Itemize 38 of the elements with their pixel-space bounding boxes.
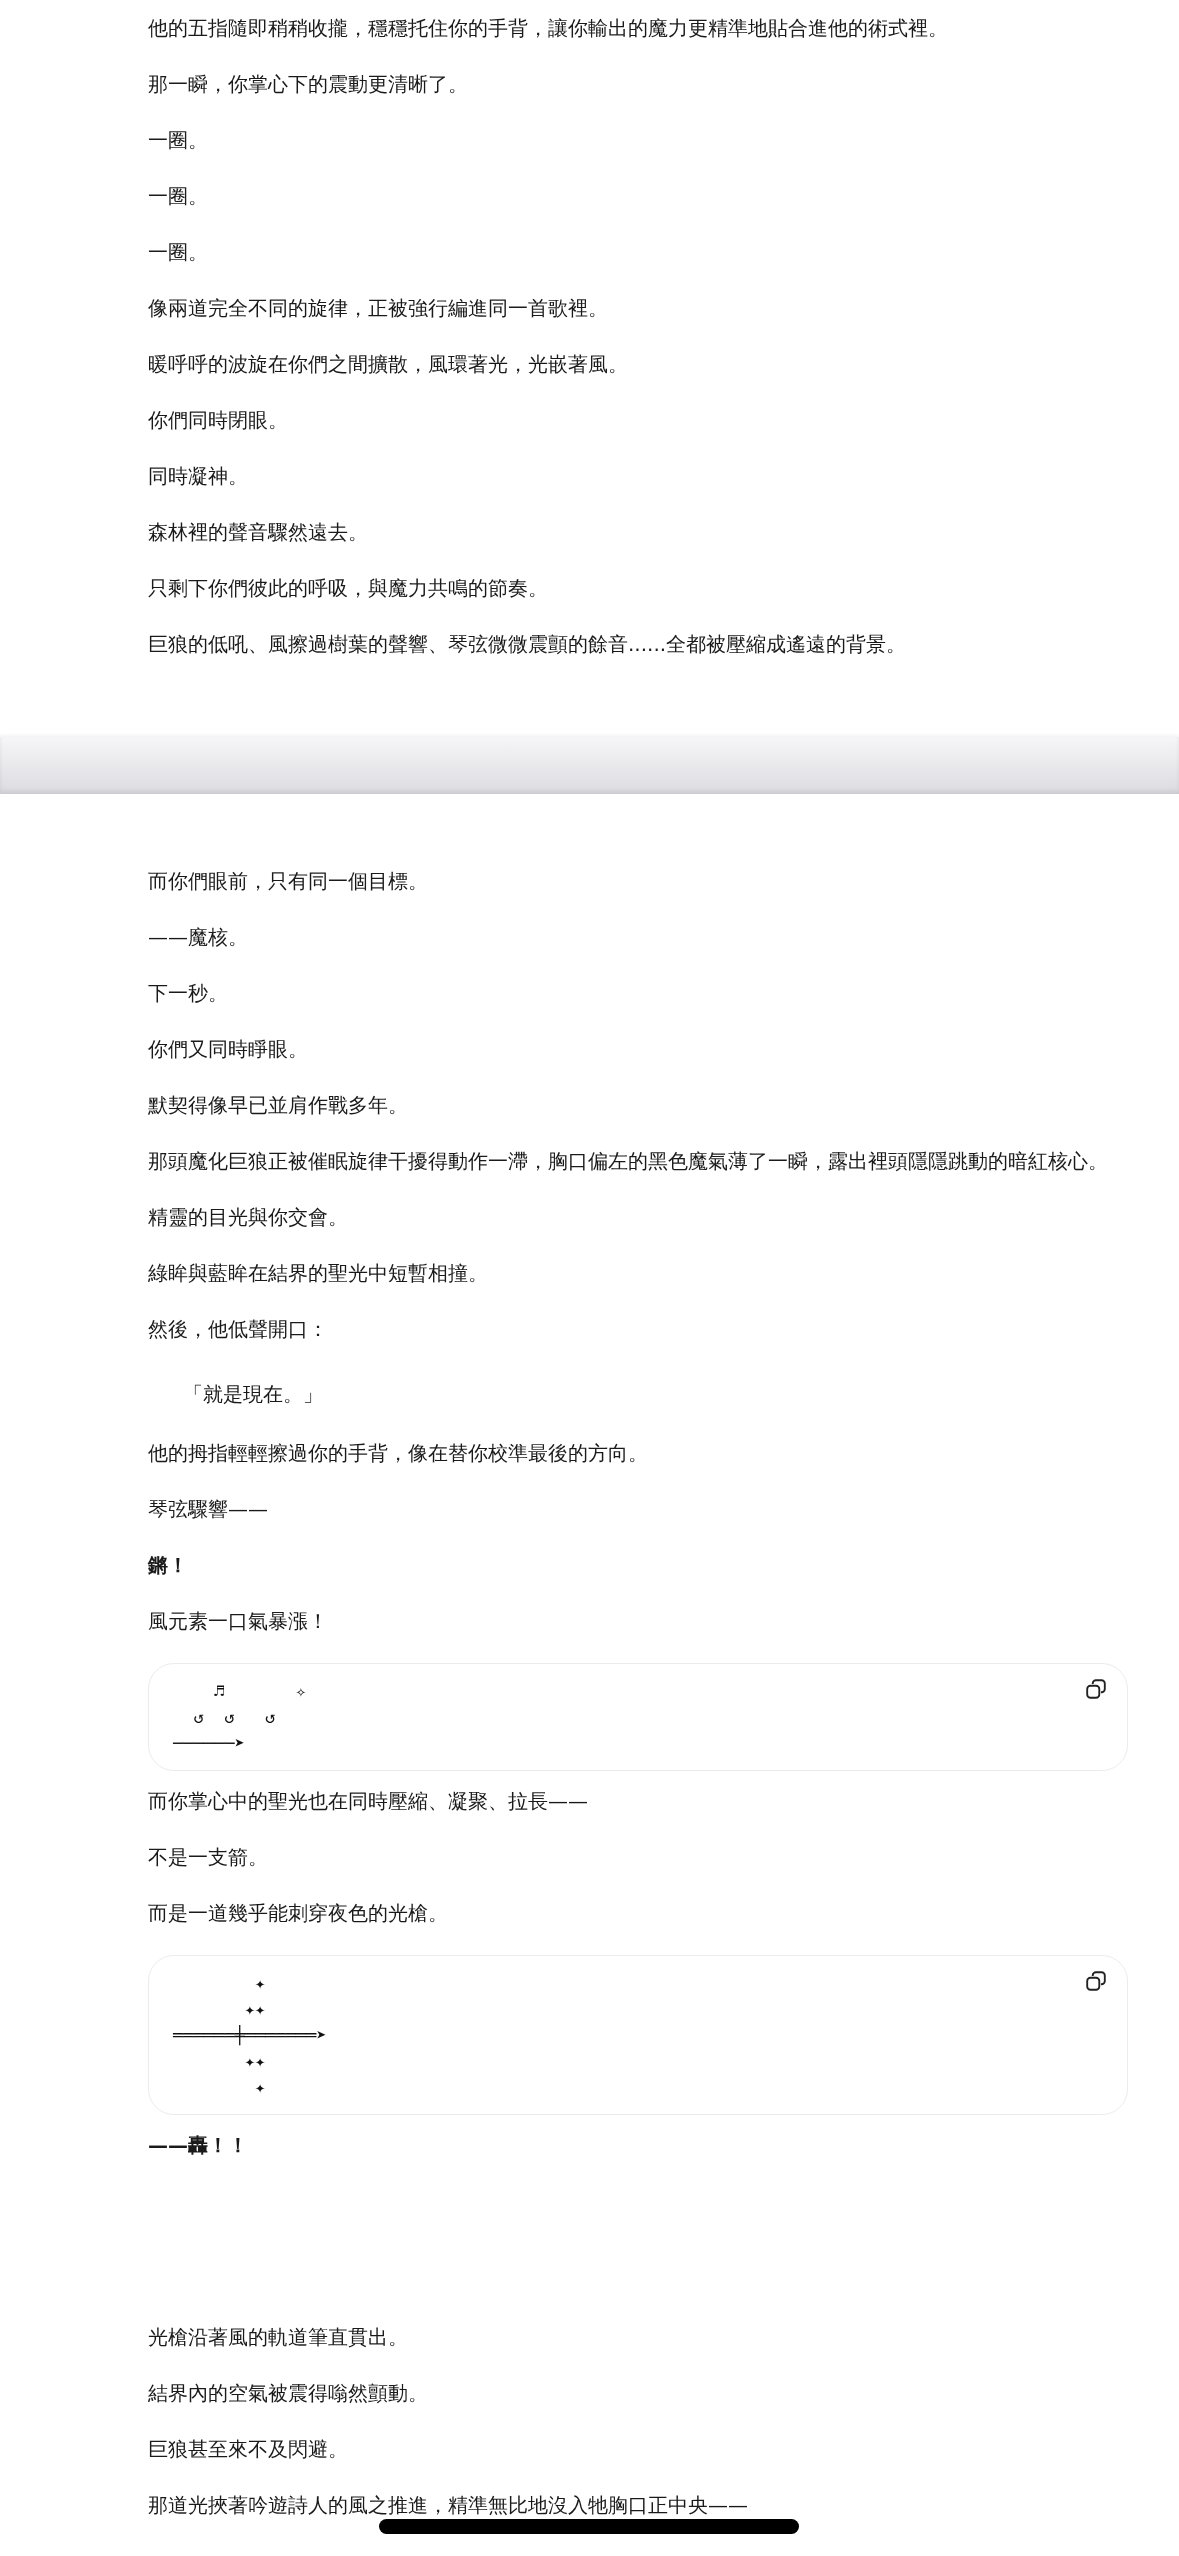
paragraph: 然後，他低聲開口： — [148, 1316, 329, 1343]
paragraph: 而你掌心中的聖光也在同時壓縮、凝聚、拉長—— — [148, 1788, 589, 1815]
paragraph: 那一瞬，你掌心下的震動更清晰了。 — [148, 71, 469, 98]
paragraph: 森林裡的聲音驟然遠去。 — [148, 519, 369, 546]
paragraph: 而你們眼前，只有同一個目標。 — [148, 868, 429, 895]
quote: 「就是現在。」 — [183, 1381, 324, 1408]
paragraph: 你們同時閉眼。 — [148, 407, 289, 434]
paragraph: 一圈。 — [148, 239, 209, 266]
paragraph: 下一秒。 — [148, 980, 229, 1007]
paragraph: 一圈。 — [148, 127, 209, 154]
paragraph: 光槍沿著風的軌道筆直貫出。 — [148, 2324, 409, 2351]
paragraph: 而是一道幾乎能刺穿夜色的光槍。 — [148, 1900, 449, 1927]
paragraph: ——轟！！ — [148, 2132, 249, 2159]
paragraph: 綠眸與藍眸在結界的聖光中短暫相撞。 — [148, 1260, 489, 1287]
paragraph: 暖呼呼的波旋在你們之間擴散，風環著光，光嵌著風。 — [148, 351, 629, 378]
copy-icon[interactable] — [1085, 1970, 1107, 1992]
paragraph: 琴弦驟響—— — [148, 1496, 269, 1523]
paragraph: 鏘！ — [148, 1552, 189, 1579]
paragraph: 巨狼的低吼、風擦過樹葉的聲響、琴弦微微震顫的餘音......全都被壓縮成遙遠的背景。 — [148, 631, 908, 658]
paragraph: 一圈。 — [148, 183, 209, 210]
paragraph: 那頭魔化巨狼正被催眠旋律干擾得動作一滯，胸口偏左的黑色魔氣薄了一瞬，露出裡頭隱隱跳動的暗紅核心。 — [148, 1148, 1109, 1175]
code-text: ✦ ✦✦ ══════╪═══════➤ ✦✦ ✦ — [173, 1972, 327, 2099]
paragraph: 巨狼甚至來不及閃避。 — [148, 2436, 349, 2463]
paragraph: 精靈的目光與你交會。 — [148, 1204, 349, 1231]
paragraph: 默契得像早已並肩作戰多年。 — [148, 1092, 409, 1119]
paragraph: 同時凝神。 — [148, 463, 249, 490]
paragraph: 像兩道完全不同的旋律，正被強行編進同一首歌裡。 — [148, 295, 609, 322]
paragraph: 他的拇指輕輕擦過你的手背，像在替你校準最後的方向。 — [148, 1440, 649, 1467]
paragraph: 只剩下你們彼此的呼吸，與魔力共鳴的節奏。 — [148, 575, 549, 602]
paragraph: 你們又同時睜眼。 — [148, 1036, 309, 1063]
paragraph: 不是一支箭。 — [148, 1844, 269, 1871]
paragraph: 風元素一口氣暴漲！ — [148, 1608, 329, 1635]
paragraph: 他的五指隨即稍稍收攏，穩穩托住你的手背，讓你輸出的魔力更精準地貼合進他的術式裡。 — [148, 15, 949, 42]
paragraph: 那道光挾著吟遊詩人的風之推進，精準無比地沒入牠胸口正中央—— — [148, 2492, 749, 2519]
paragraph: ——魔核。 — [148, 924, 249, 951]
copy-icon[interactable] — [1085, 1678, 1107, 1700]
code-text: ♬ ✧ ↺ ↺ ↺ ──────➤ — [173, 1680, 307, 1755]
paragraph: 結界內的空氣被震得嗡然顫動。 — [148, 2380, 429, 2407]
